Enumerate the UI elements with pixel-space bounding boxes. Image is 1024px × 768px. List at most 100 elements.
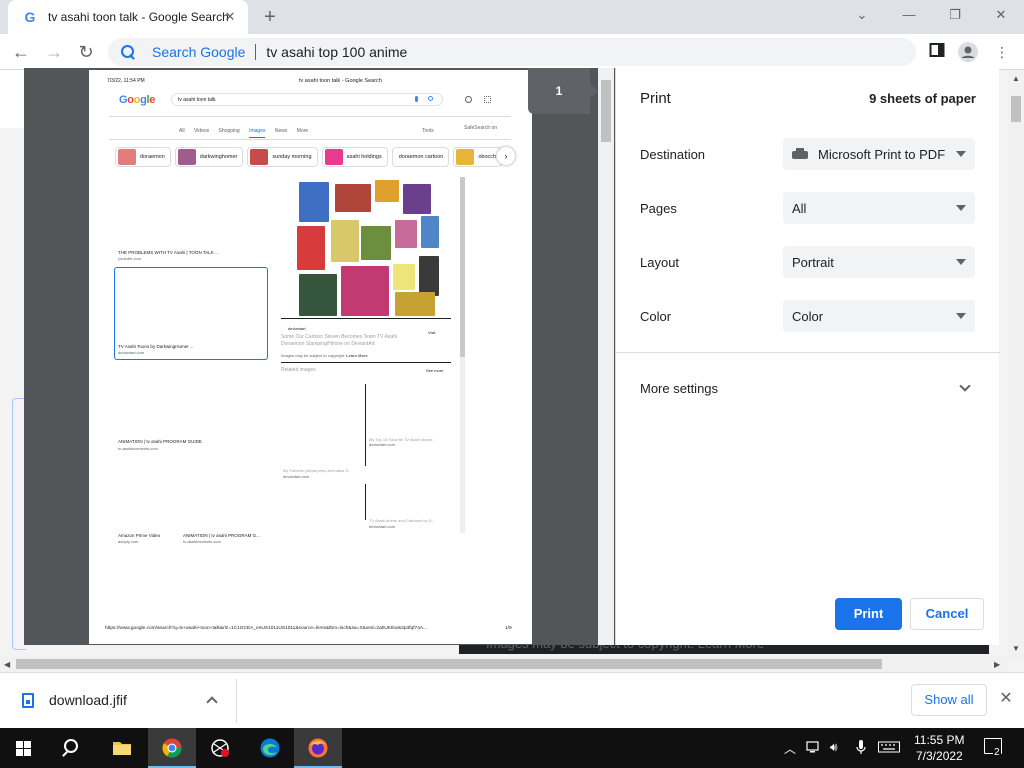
preview-scrollbar[interactable] [598,68,614,645]
download-item-name[interactable]: download.jfif [49,692,127,708]
page-horizontal-scrollbar[interactable]: ◀ ▶ [0,656,1008,672]
preview-chip: sunday morning [247,147,318,167]
taskbar-clock-date[interactable]: 7/3/2022 [916,749,963,763]
preview-header-date: 7/3/22, 11:54 PM [107,78,145,84]
scroll-left-arrow-icon[interactable]: ◀ [4,660,10,669]
color-select[interactable]: Color [783,300,975,332]
profile-avatar-icon[interactable] [958,42,978,62]
detail-source: deviantart [288,326,306,331]
destination-select[interactable]: Microsoft Print to PDF [783,138,975,170]
taskbar-search-icon[interactable] [62,738,82,758]
windows-taskbar: ︿ 🔊︎ 11:55 PM 7/3/2022 2 [0,728,1024,768]
chip-thumbnail [177,149,196,165]
taskbar-firefox[interactable] [294,728,342,768]
taskbar-capture-app[interactable] [196,728,244,768]
settings-gear-icon [465,96,472,103]
preview-header-title: tv asahi toon talk - Google Search [299,78,382,84]
chevron-up-icon[interactable] [206,696,218,708]
tab-title: tv asahi toon talk - Google Search [48,10,228,24]
layout-select[interactable]: Portrait [783,246,975,278]
result-source: adopty.com [118,539,139,544]
cancel-button[interactable]: Cancel [910,598,984,630]
result-title: ANIMATION | tv asahi PROGRAM GUIDE [118,439,202,444]
preview-page: 7/3/22, 11:54 PM tv asahi toon talk - Go… [89,70,532,644]
pages-select[interactable]: All [783,192,975,224]
print-button[interactable]: Print [835,598,902,630]
print-settings-panel: Print 9 sheets of paper Destination Micr… [615,68,1000,645]
forward-arrow-icon[interactable]: → [42,40,66,64]
preview-side-scroll-thumb [460,177,465,357]
detail-visit: Visit [428,330,436,335]
preview-tab-all: All [179,128,185,134]
destination-label: Destination [640,147,706,162]
preview-tools-label: Tools [422,128,434,134]
background-page-edge [0,70,24,128]
taskbar-chrome[interactable] [148,728,196,768]
chips-next-chevron-icon: › [497,147,515,165]
scroll-up-arrow-icon[interactable]: ▲ [1012,74,1020,83]
learn-more-link: Learn More [346,353,368,358]
search-icon [428,96,433,101]
result-title: TV Asahi Toons by DarkwingHomer ... [118,344,194,349]
more-settings-toggle[interactable]: More settings [640,381,718,396]
preview-footer-url: https://www.google.com/search?q=tv+asahi… [105,626,428,631]
download-shelf: download.jfif Show all ✕ [0,672,1024,728]
menu-kebab-icon[interactable]: ⋮ [992,42,1012,62]
chevron-down-icon[interactable] [959,380,971,392]
page-horizontal-scroll-thumb[interactable] [16,659,882,669]
camera-app-icon [211,739,229,757]
preview-divider [109,116,511,117]
result-source: tv-asahicontents.com [183,539,221,544]
volume-icon[interactable]: 🔊︎ [830,740,838,755]
tray-chevron-up-icon[interactable]: ︿ [784,740,796,757]
taskbar-clock-time[interactable]: 11:55 PM [914,733,964,747]
tab-close-icon[interactable]: ✕ [222,9,238,25]
preview-chip: doraemon [115,147,171,167]
preview-scroll-thumb[interactable] [601,80,611,142]
preview-chip: doraemon cartoon [391,147,450,167]
close-shelf-icon[interactable]: ✕ [996,689,1016,709]
show-all-button[interactable]: Show all [911,684,987,716]
new-tab-button[interactable]: + [258,5,282,29]
sheet-count: 9 sheets of paper [869,91,976,106]
page-vertical-scroll-thumb[interactable] [1011,96,1021,122]
related-source: deviantart.com [369,524,396,529]
windows-start-icon[interactable] [16,741,32,756]
notification-count: 2 [993,747,1001,758]
taskbar-edge[interactable] [246,728,294,768]
back-arrow-icon[interactable]: ← [9,40,33,64]
preview-image-collage [295,180,441,320]
result-title: THE PROBLEMS WITH TV Asahi | TOON TALK .… [118,250,219,255]
tab-search-button[interactable]: ⌄ [839,0,885,30]
address-bar[interactable]: Search Google tv asahi top 100 anime [108,38,916,66]
preview-safesearch-label: SafeSearch on [464,125,498,131]
minimize-button[interactable]: — [886,0,932,30]
result-title: Amazon Prime Video [118,533,161,538]
related-title: My Favorite (dis)m(ores) Animated S... [283,468,352,473]
reload-icon[interactable]: ↻ [74,40,98,64]
microphone-icon[interactable] [856,740,866,759]
chip-thumbnail [250,149,269,165]
close-window-button[interactable]: ✕ [978,0,1024,30]
printer-icon [792,148,808,160]
dropdown-caret-icon [956,205,966,211]
restore-button[interactable]: ❐ [932,0,978,30]
network-icon[interactable] [806,740,822,757]
side-panel-icon[interactable] [927,42,947,62]
keyboard-icon[interactable] [878,740,900,757]
scroll-down-arrow-icon[interactable]: ▼ [1012,644,1020,653]
dropdown-caret-icon [956,313,966,319]
preview-tabs-divider [109,139,511,140]
detail-copyright: Images may be subject to copyright. Lear… [281,353,368,358]
firefox-icon [308,738,328,758]
preview-tab-shopping: Shopping [218,128,240,134]
preview-chip: darkwinghomer [174,147,244,167]
preview-search-box: tv asahi toon talk [171,93,443,106]
scroll-right-arrow-icon[interactable]: ▶ [994,660,1000,669]
print-title: Print [640,90,671,107]
taskbar-file-explorer[interactable] [98,728,146,768]
browser-tab[interactable]: G tv asahi toon talk - Google Search ✕ [8,0,248,34]
preview-chip: obocch [453,147,503,167]
layout-label: Layout [640,255,680,270]
page-vertical-scrollbar[interactable]: ▲ ▼ [1008,70,1024,660]
